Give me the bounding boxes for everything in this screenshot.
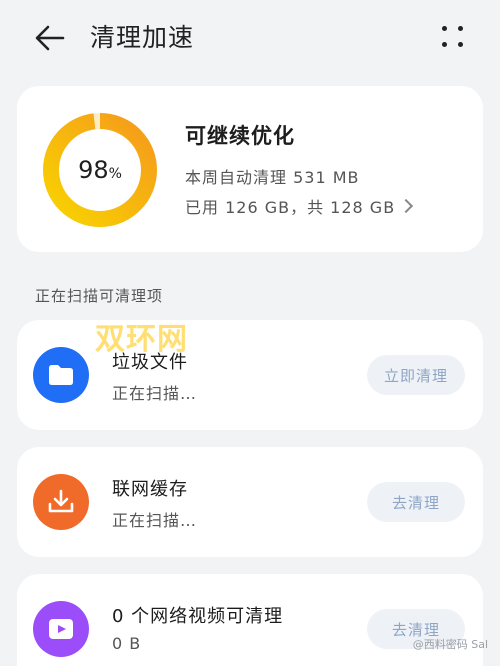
video-icon [33,601,89,657]
item-status: 0 B [112,634,142,653]
go-clean-button[interactable]: 去清理 [367,482,465,522]
download-icon [33,474,89,530]
storage-usage-link[interactable]: 已用 126 GB，共 128 GB [185,194,414,218]
section-title: 正在扫描可清理项 [35,287,164,305]
item-status: 正在扫描… [112,384,198,403]
storage-usage-text: 已用 126 GB，共 128 GB [185,198,396,217]
storage-summary-card[interactable]: 98% 可继续优化 本周自动清理 531 MB 已用 126 GB，共 128 … [17,86,483,252]
more-dots-icon [442,26,447,31]
list-item-network-cache[interactable]: 联网缓存 正在扫描… 去清理 [17,447,483,557]
list-item-network-videos[interactable]: 0 个网络视频可清理 0 B 去清理 [17,574,483,666]
app-header: 清理加速 [0,0,500,80]
credit-watermark: @西料密码 Sal [412,638,488,651]
storage-title: 可继续优化 [185,124,295,148]
weekly-clean-text: 本周自动清理 531 MB [185,168,360,187]
clean-now-button[interactable]: 立即清理 [367,355,465,395]
arrow-left-icon [35,25,65,51]
list-item-junk-files[interactable]: 垃圾文件 正在扫描… 立即清理 [17,320,483,430]
item-name: 0 个网络视频可清理 [112,606,284,627]
item-status: 正在扫描… [112,511,198,530]
chevron-right-icon [399,198,414,214]
page-title: 清理加速 [90,23,195,52]
storage-percent: 98% [78,156,122,184]
folder-icon [33,347,89,403]
more-options-button[interactable] [438,22,468,52]
watermark-logo: 双环网 [95,322,188,357]
back-button[interactable] [30,20,70,56]
item-name: 联网缓存 [112,479,188,500]
